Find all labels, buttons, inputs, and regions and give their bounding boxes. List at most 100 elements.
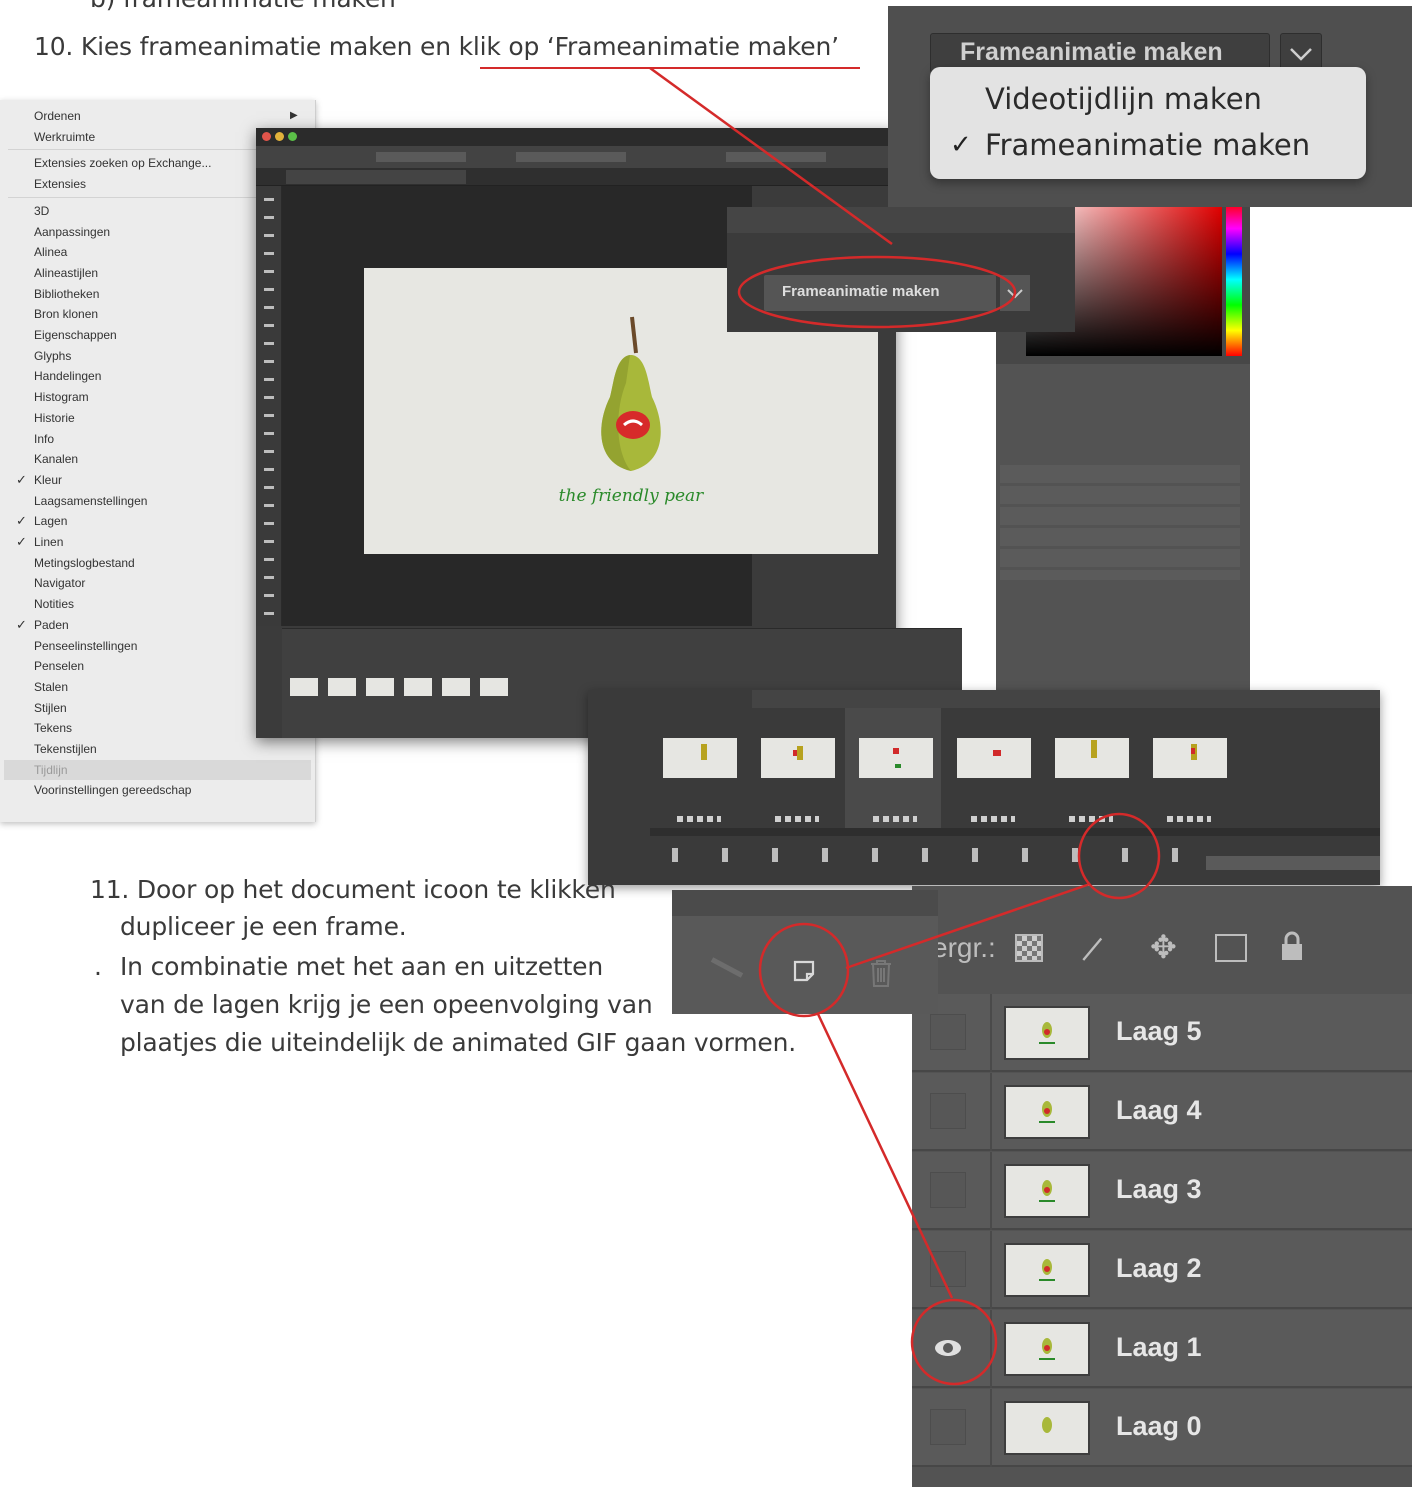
menu-item[interactable]: 3D: [34, 201, 49, 221]
check-icon: ✓: [16, 471, 27, 487]
trash-icon[interactable]: [868, 958, 894, 988]
menu-item[interactable]: Handelingen: [34, 366, 101, 386]
layer-row[interactable]: Laag 2: [912, 1231, 1412, 1309]
new-frame-icon[interactable]: [793, 960, 815, 982]
menu-item-label: Penseelinstellingen: [34, 638, 138, 653]
layer-thumbnail: [1004, 1085, 1090, 1139]
menu-item-label: Extensies: [34, 177, 87, 192]
layer-row[interactable]: Laag 4: [912, 1073, 1412, 1151]
eye-icon[interactable]: [930, 1330, 966, 1366]
menu-item-label: Glyphs: [34, 348, 72, 363]
visibility-toggle[interactable]: [930, 1093, 966, 1129]
visibility-toggle[interactable]: [930, 1251, 966, 1287]
frame-delay[interactable]: [1167, 816, 1211, 822]
frame-delay[interactable]: [775, 816, 819, 822]
menu-item[interactable]: Stijlen: [34, 698, 67, 718]
minimize-icon[interactable]: [275, 132, 284, 141]
step-12-line3: plaatjes die uiteindelijk de animated GI…: [120, 1028, 796, 1057]
frames-divider: [650, 828, 1380, 836]
menu-item-label: Alineastijlen: [34, 265, 99, 280]
annotation-underline: [480, 67, 860, 69]
frames-controls[interactable]: [660, 848, 1180, 862]
frame-delay[interactable]: [873, 816, 917, 822]
frame-delay[interactable]: [677, 816, 721, 822]
menu-item[interactable]: Bibliotheken: [34, 284, 99, 304]
layer-row[interactable]: Laag 5: [912, 994, 1412, 1072]
menu-item[interactable]: Metingslogbestand: [34, 553, 135, 573]
menu-item-label: Werkruimte: [34, 129, 96, 144]
layers-panel-small-rows[interactable]: [1000, 465, 1240, 580]
menu-item[interactable]: Info: [34, 429, 54, 449]
menu-item-label: Kleur: [34, 472, 63, 487]
toolbar-icons[interactable]: [264, 198, 274, 618]
menu-item[interactable]: Glyphs: [34, 346, 71, 366]
layer-row[interactable]: Laag 0: [912, 1389, 1412, 1467]
menu-item[interactable]: Extensies zoeken op Exchange...: [34, 153, 211, 173]
menu-item[interactable]: Alinea: [34, 242, 67, 262]
frame-thumbnail[interactable]: [859, 738, 933, 778]
visibility-toggle[interactable]: [930, 1014, 966, 1050]
tab-active[interactable]: [286, 170, 466, 184]
lock-transparent-icon[interactable]: [1015, 934, 1043, 962]
layer-row[interactable]: Laag 1: [912, 1310, 1412, 1388]
menu-item[interactable]: Tekenstijlen: [34, 739, 97, 759]
menu-item[interactable]: Penseelinstellingen: [34, 636, 137, 656]
visibility-toggle[interactable]: [930, 1172, 966, 1208]
menu-item[interactable]: Stalen: [34, 677, 68, 697]
menu-item[interactable]: ✓ Paden: [16, 615, 69, 635]
menu-item[interactable]: Navigator: [34, 573, 85, 593]
menu-item[interactable]: Tijdlijn: [34, 760, 68, 780]
menu-item[interactable]: Aanpassingen: [34, 222, 110, 242]
layer-name: Laag 1: [1116, 1332, 1202, 1362]
menu-item[interactable]: Notities: [34, 594, 74, 614]
frame-thumbnail[interactable]: [663, 738, 737, 778]
menu-item[interactable]: Historie: [34, 408, 75, 428]
frame-delay[interactable]: [1069, 816, 1113, 822]
menu-item[interactable]: Tekens: [34, 718, 72, 738]
frames-scrollbar[interactable]: [1206, 856, 1380, 870]
menu-item-label: Handelingen: [34, 369, 102, 384]
options-bar-field[interactable]: [726, 152, 826, 162]
lock-move-icon[interactable]: ✥: [1150, 928, 1177, 966]
menu-item[interactable]: Extensies: [34, 174, 86, 194]
lock-all-icon[interactable]: [1280, 930, 1304, 962]
timeline-thumbs-small[interactable]: [290, 678, 510, 696]
menu-item[interactable]: Kanalen: [34, 449, 78, 469]
hue-slider[interactable]: [1226, 203, 1242, 356]
frame-thumbnail[interactable]: [957, 738, 1031, 778]
dropdown-option-frameanimatie[interactable]: Frameanimatie maken: [985, 128, 1310, 162]
lock-artboard-icon[interactable]: [1215, 934, 1247, 962]
frame-delay[interactable]: [971, 816, 1015, 822]
maximize-icon[interactable]: [288, 132, 297, 141]
frame-mark: [895, 764, 901, 768]
options-bar-field[interactable]: [376, 152, 466, 162]
menu-item[interactable]: Bron klonen: [34, 304, 98, 324]
menu-item[interactable]: ✓ Kleur: [16, 470, 63, 490]
chevron-down-icon[interactable]: [1000, 275, 1030, 311]
menu-item[interactable]: Laagsamenstellingen: [34, 491, 147, 511]
menu-item[interactable]: Eigenschappen: [34, 325, 117, 345]
menu-item-label: Tijdlijn: [34, 762, 68, 777]
layer-name: Laag 3: [1116, 1174, 1202, 1204]
menu-item[interactable]: Histogram: [34, 387, 89, 407]
menu-item-label: Aanpassingen: [34, 224, 111, 239]
menu-item[interactable]: Ordenen ▶: [34, 106, 298, 126]
menu-item[interactable]: ✓ Lagen: [16, 511, 67, 531]
menu-item-label: Penselen: [34, 659, 85, 674]
step-10-text: 10. Kies frameanimatie maken en klik op …: [34, 32, 839, 61]
close-icon[interactable]: [262, 132, 271, 141]
menu-item[interactable]: Werkruimte▶: [34, 127, 298, 147]
menu-item[interactable]: Voorinstellingen gereedschap: [34, 780, 191, 800]
menu-item[interactable]: Alineastijlen: [34, 263, 98, 283]
step-b-text: b) frameanimatie maken: [90, 0, 396, 15]
visibility-toggle[interactable]: [930, 1409, 966, 1445]
layer-row[interactable]: Laag 3: [912, 1152, 1412, 1230]
menu-item[interactable]: ✓ Linen: [16, 532, 63, 552]
check-icon: ✓: [16, 513, 27, 529]
frame-mark: [793, 750, 797, 756]
dropdown-option-videotijdlijn[interactable]: Videotijdlijn maken: [985, 82, 1262, 116]
frame-thumbnail[interactable]: [1153, 738, 1227, 778]
menu-item-label: Histogram: [34, 390, 89, 405]
menu-item[interactable]: Penselen: [34, 656, 84, 676]
options-bar-field[interactable]: [516, 152, 626, 162]
